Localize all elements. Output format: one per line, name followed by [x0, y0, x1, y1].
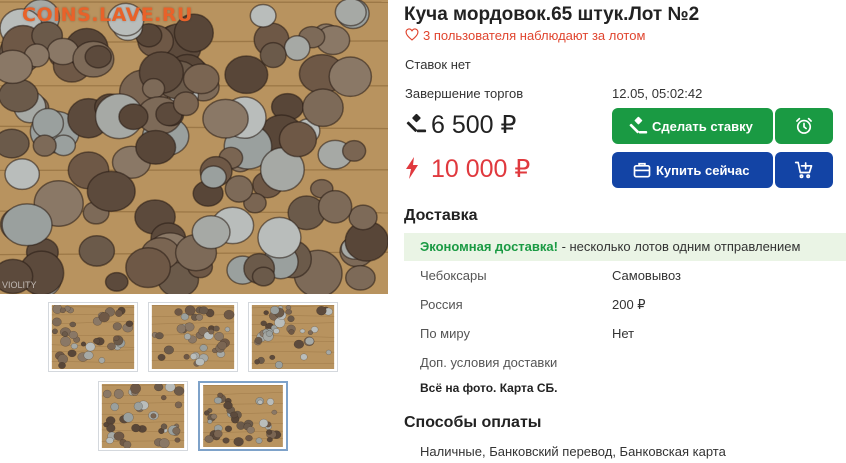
thumbnail-image: [101, 384, 185, 448]
thumbnail-1[interactable]: [48, 302, 138, 372]
thumbnail-image: [51, 305, 135, 369]
lightning-icon: [406, 157, 418, 179]
buy-now-label: Купить сейчас: [656, 162, 750, 178]
coins-photo-image: [0, 0, 388, 294]
place-bid-button[interactable]: Сделать ставку: [612, 108, 773, 144]
payment-methods: Наличные, Банковский перевод, Банковская…: [420, 444, 726, 459]
thumbnail-image: [251, 305, 335, 369]
photo-corner-mark: VIOLITY: [2, 280, 37, 290]
thumbnail-2[interactable]: [148, 302, 238, 372]
add-to-cart-button[interactable]: [775, 152, 833, 188]
place-bid-label: Сделать ставку: [652, 118, 753, 134]
thumbnail-image: [203, 385, 283, 447]
delivery-row-value: Самовывоз: [612, 268, 681, 283]
thumbnail-3[interactable]: [248, 302, 338, 372]
watchers-text: 3 пользователя наблюдают за лотом: [423, 28, 646, 43]
bids-status: Ставок нет: [405, 57, 471, 72]
gavel-icon: [406, 113, 427, 133]
cart-plus-icon: [794, 161, 813, 179]
delivery-row-label: По миру: [420, 326, 470, 341]
extra-delivery-note: Всё на фото. Карта СБ.: [420, 381, 558, 395]
gavel-icon: [629, 116, 648, 134]
thumbnail-5-selected[interactable]: [198, 381, 288, 451]
delivery-row-value: Нет: [612, 326, 635, 341]
buy-now-price: 10 000 ₽: [405, 154, 530, 184]
promo-highlight: Экономная доставка!: [420, 239, 558, 254]
delivery-heading: Доставка: [404, 207, 478, 224]
watchers-info[interactable]: 3 пользователя наблюдают за лотом: [405, 28, 645, 43]
extra-delivery-label: Доп. условия доставки: [420, 355, 558, 370]
alarm-clock-icon: [796, 117, 812, 134]
heart-icon: [405, 28, 419, 41]
current-price-value: 6 500 ₽: [431, 111, 517, 139]
reminder-button[interactable]: [775, 108, 833, 144]
buy-now-price-value: 10 000 ₽: [431, 155, 531, 183]
thumbnail-4[interactable]: [98, 381, 188, 451]
main-photo[interactable]: COINS.LAVE.RU VIOLITY: [0, 0, 388, 294]
buy-now-button[interactable]: Купить сейчас: [612, 152, 773, 188]
delivery-row-label: Чебоксары: [420, 268, 487, 283]
promo-text: - несколько лотов одним отправлением: [557, 239, 801, 254]
payment-heading: Способы оплаты: [404, 414, 542, 431]
delivery-row-label: Россия: [420, 297, 463, 312]
lot-title: Куча мордовок.65 штук.Лот №2: [404, 4, 700, 25]
briefcase-icon: [633, 162, 651, 178]
watermark: COINS.LAVE.RU: [22, 4, 193, 26]
thumbnail-image: [151, 305, 235, 369]
auction-end-label: Завершение торгов: [405, 86, 524, 101]
economy-delivery-banner: Экономная доставка! - несколько лотов од…: [404, 233, 846, 261]
delivery-row-value: 200 ₽: [612, 297, 646, 312]
auction-end-time: 12.05, 05:02:42: [612, 86, 703, 101]
current-price: 6 500 ₽: [405, 110, 516, 140]
